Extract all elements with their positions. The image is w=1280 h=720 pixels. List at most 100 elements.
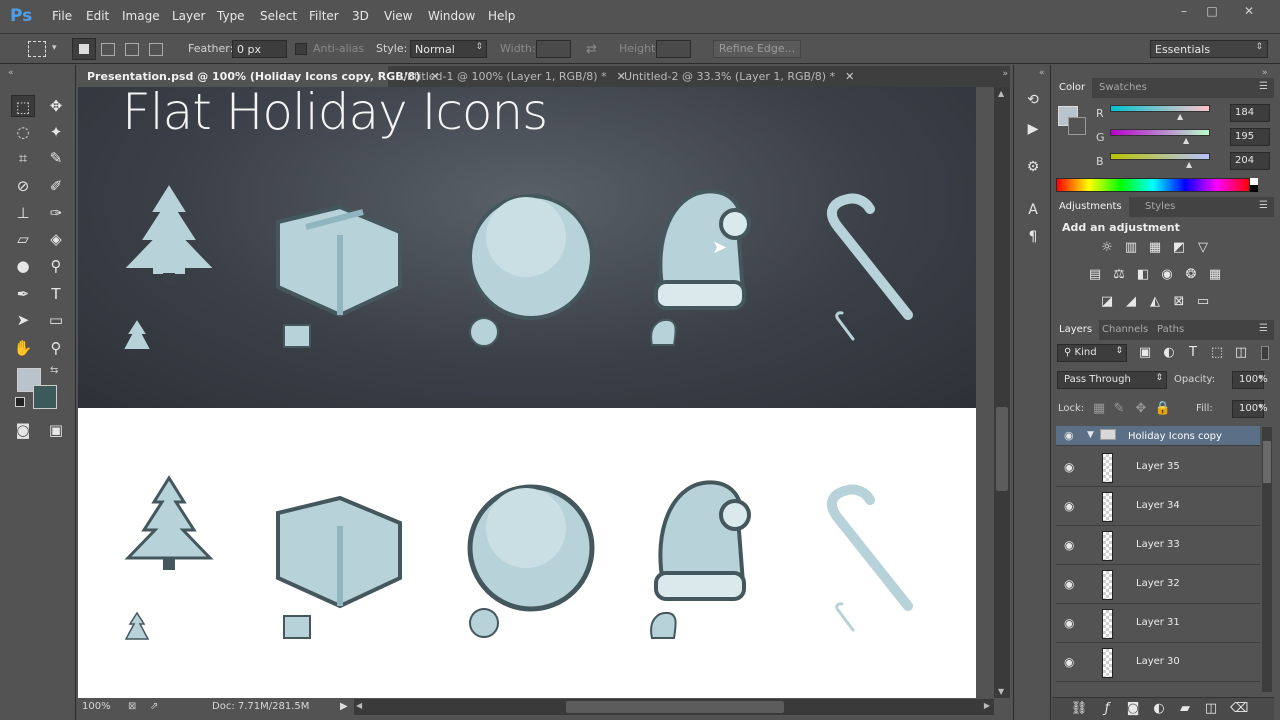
tab-adjustments[interactable]: Adjustments (1052, 197, 1129, 217)
photo-filter-icon[interactable]: ◉ (1158, 266, 1176, 284)
status-menu-icon[interactable]: ▶ (340, 701, 348, 712)
eyedropper-tool[interactable]: ✎ (44, 147, 68, 169)
eye-icon[interactable]: ◉ (1064, 655, 1074, 669)
add-mask-icon[interactable]: ◙ (1124, 700, 1142, 718)
tab-untitled-1[interactable]: Untitled-1 @ 100% (Layer 1, RGB/8) * ✕ (390, 66, 626, 87)
blur-tool[interactable]: ● (11, 255, 35, 277)
marquee-tool-preset-icon[interactable] (28, 41, 46, 57)
style-select[interactable]: Normal ⇕ (410, 40, 487, 58)
menu-edit[interactable]: Edit (86, 9, 109, 23)
menu-view[interactable]: View (384, 9, 412, 23)
scroll-right-icon[interactable]: ▶ (984, 701, 990, 710)
brightness-contrast-icon[interactable]: ☼ (1098, 239, 1116, 257)
layer-row[interactable]: ◉ Layer 31 (1056, 605, 1260, 643)
color-balance-icon[interactable]: ⚖ (1110, 266, 1128, 284)
history-panel-icon[interactable]: ⟲ (1022, 92, 1044, 112)
actions-panel-icon[interactable]: ▶ (1022, 121, 1044, 141)
restore-button[interactable]: □ (1200, 4, 1224, 20)
eye-icon[interactable]: ◉ (1064, 460, 1074, 474)
scroll-left-icon[interactable]: ◀ (356, 701, 362, 710)
crop-tool[interactable]: ⌗ (11, 147, 35, 169)
layers-scrollbar[interactable] (1262, 427, 1272, 692)
opacity-dropdown-icon[interactable]: ▾ (1253, 373, 1269, 389)
close-button[interactable]: ✕ (1237, 4, 1261, 20)
feather-input[interactable]: 0 px (232, 40, 287, 58)
filter-shape-icon[interactable]: ⬚ (1208, 344, 1226, 362)
properties-panel-icon[interactable]: ⚙ (1022, 159, 1044, 179)
black-white-icon[interactable]: ◧ (1134, 266, 1152, 284)
lasso-tool[interactable]: ◌ (11, 121, 35, 143)
tab-presentation[interactable]: Presentation.psd @ 100% (Holiday Icons c… (78, 66, 440, 87)
subtract-selection-icon[interactable] (125, 43, 139, 56)
eye-icon[interactable]: ◉ (1064, 429, 1074, 442)
collapse-panels-icon[interactable]: » (1002, 69, 1008, 79)
intersect-selection-icon[interactable] (149, 43, 163, 56)
tab-paths[interactable]: Paths (1150, 320, 1191, 340)
invert-icon[interactable]: ◪ (1098, 293, 1116, 311)
layers-scroll-thumb[interactable] (1263, 441, 1271, 483)
new-adjustment-layer-icon[interactable]: ◐ (1150, 700, 1168, 718)
menu-window[interactable]: Window (428, 9, 475, 23)
collapse-right-panels-icon[interactable]: » (1262, 68, 1268, 78)
refine-edge-button[interactable]: Refine Edge... (713, 40, 801, 58)
rectangular-marquee-tool[interactable]: ⬚ (11, 95, 35, 117)
new-selection-button[interactable] (72, 38, 96, 60)
tab-channels[interactable]: Channels (1095, 320, 1155, 340)
panel-menu-icon[interactable]: ☰ (1259, 200, 1268, 211)
new-group-icon[interactable]: ▰ (1176, 700, 1194, 718)
menu-image[interactable]: Image (122, 9, 160, 23)
height-input[interactable] (656, 40, 691, 58)
background-color-swatch[interactable] (33, 385, 57, 409)
color-background-swatch[interactable] (1068, 117, 1086, 135)
lock-pixels-icon[interactable]: ✎ (1110, 400, 1128, 418)
layer-row[interactable]: ◉ Layer 35 (1056, 449, 1260, 487)
filter-adjustment-icon[interactable]: ◐ (1160, 344, 1178, 362)
tab-styles[interactable]: Styles (1138, 197, 1182, 217)
posterize-icon[interactable]: ◢ (1122, 293, 1140, 311)
menu-3d[interactable]: 3D (352, 9, 369, 23)
filter-smart-object-icon[interactable]: ◫ (1232, 344, 1250, 362)
gradient-map-icon[interactable]: ▭ (1194, 293, 1212, 311)
lock-all-icon[interactable]: 🔒 (1154, 400, 1172, 418)
move-tool[interactable]: ✥ (44, 95, 68, 117)
new-layer-icon[interactable]: ◫ (1202, 700, 1220, 718)
layer-row[interactable]: ◉ Layer 34 (1056, 488, 1260, 526)
channel-mixer-icon[interactable]: ❂ (1182, 266, 1200, 284)
magic-wand-tool[interactable]: ✦ (44, 121, 68, 143)
eye-icon[interactable]: ◉ (1064, 616, 1074, 630)
dodge-tool[interactable]: ⚲ (44, 255, 68, 277)
paint-bucket-tool[interactable]: ◈ (44, 228, 68, 250)
screen-mode-button[interactable]: ▣ (44, 419, 68, 441)
g-slider-thumb[interactable]: ▲ (1183, 136, 1189, 145)
menu-select[interactable]: Select (260, 9, 297, 23)
menu-type[interactable]: Type (217, 9, 245, 23)
workspace-select[interactable]: Essentials ⇕ (1150, 40, 1268, 58)
horizontal-scrollbar[interactable]: ◀ ▶ (354, 699, 994, 715)
exposure-icon[interactable]: ◩ (1170, 239, 1188, 257)
g-value-input[interactable]: 195 (1230, 128, 1270, 146)
black-swatch[interactable] (1250, 185, 1258, 192)
threshold-icon[interactable]: ◭ (1146, 293, 1164, 311)
eye-icon[interactable]: ◉ (1064, 577, 1074, 591)
minimize-button[interactable]: – (1172, 4, 1196, 20)
horizontal-scroll-thumb[interactable] (566, 701, 784, 713)
selective-color-icon[interactable]: ⊠ (1170, 293, 1188, 311)
share-icon[interactable]: ⇗ (150, 701, 158, 712)
brush-tool[interactable]: ✐ (44, 175, 68, 197)
blend-mode-select[interactable]: Pass Through ⇕ (1057, 371, 1167, 389)
swap-dimensions-icon[interactable]: ⇄ (586, 42, 597, 57)
vertical-scrollbar[interactable]: ▲ ▼ (994, 87, 1010, 698)
collapse-strip-icon[interactable]: « (1039, 68, 1045, 78)
quick-mask-button[interactable]: ◙ (11, 419, 35, 441)
r-slider[interactable] (1110, 105, 1210, 112)
tab-untitled-2[interactable]: Untitled-2 @ 33.3% (Layer 1, RGB/8) * ✕ (615, 66, 854, 87)
filter-toggle-switch[interactable] (1261, 346, 1269, 360)
vertical-scroll-thumb[interactable] (996, 407, 1008, 491)
gradient-map-triangle-icon[interactable]: ▽ (1194, 239, 1212, 257)
r-slider-thumb[interactable]: ▲ (1177, 112, 1183, 121)
layer-row[interactable]: ◉ Layer 32 (1056, 566, 1260, 604)
panel-menu-icon[interactable]: ☰ (1259, 81, 1268, 92)
eye-icon[interactable]: ◉ (1064, 538, 1074, 552)
default-colors-icon[interactable] (15, 397, 25, 407)
b-slider-thumb[interactable]: ▲ (1186, 160, 1192, 169)
